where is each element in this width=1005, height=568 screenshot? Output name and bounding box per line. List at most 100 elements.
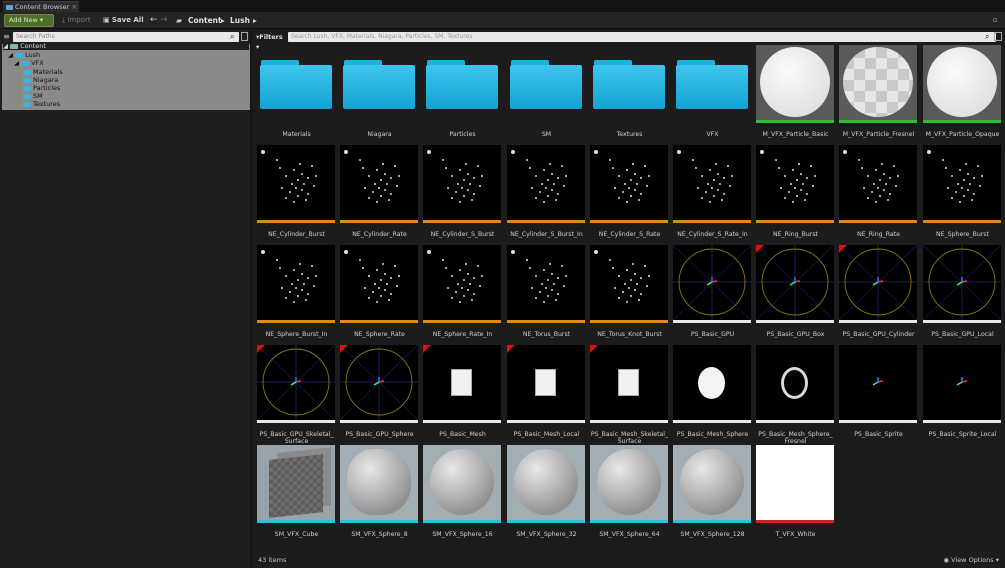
asset-tile-ne-cylinder-burst[interactable] xyxy=(257,145,335,223)
asset-tile-ne-torus-knot-burst[interactable] xyxy=(590,245,668,323)
back-arrow-icon[interactable]: ← xyxy=(150,14,158,27)
asset-tile-sm-vfx-sphere-16[interactable] xyxy=(423,445,501,523)
asset-tile-textures[interactable] xyxy=(590,45,668,123)
asset-tile-ne-ring-burst[interactable] xyxy=(756,145,834,223)
content-browser-icon xyxy=(6,5,13,10)
asset-tile-ps-basic-sprite[interactable] xyxy=(839,345,917,423)
asset-type-bar xyxy=(756,320,834,323)
asset-tile-sm-vfx-sphere-8[interactable] xyxy=(340,445,418,523)
chevron-right-icon[interactable]: ▸ xyxy=(221,14,225,27)
asset-tile-m-vfx-particle-basic[interactable] xyxy=(756,45,834,123)
asset-tile-ps-basic-gpu-local[interactable] xyxy=(922,244,1002,323)
asset-tile-ne-cylinder-s-rate-in[interactable] xyxy=(673,145,751,223)
filters-button[interactable]: ▾Filters ▾ xyxy=(256,32,288,51)
asset-label: M_VFX_Particle_Opaque xyxy=(925,131,1000,138)
asset-tile-ps-basic-gpu[interactable] xyxy=(672,244,752,323)
panel-toggle-icon[interactable] xyxy=(241,32,248,41)
tree-item-lush[interactable]: ◢ Lush xyxy=(8,51,40,59)
asset-label: PS_Basic_GPU_Skeletal_ Surface xyxy=(259,431,334,445)
asset-label: SM_VFX_Cube xyxy=(274,531,319,538)
asset-label: M_VFX_Particle_Fresnel xyxy=(842,131,915,138)
tree-item-content[interactable]: ◢ Content xyxy=(3,42,249,50)
asset-tile-ne-sphere-burst-in[interactable] xyxy=(257,245,335,323)
asset-type-bar xyxy=(756,120,834,123)
asset-tile-ps-basic-mesh-sphere[interactable] xyxy=(673,345,751,423)
tree-item-vfx[interactable]: ◢ VFX xyxy=(14,59,44,67)
asset-tile-ne-cylinder-s-burst[interactable] xyxy=(423,145,501,223)
chevron-right-icon[interactable]: ▸ xyxy=(253,14,257,27)
asset-tile-ne-sphere-rate-in[interactable] xyxy=(423,245,501,323)
asset-view: ▾Filters ▾ Search Lush, VFX, Materials, … xyxy=(253,30,1005,568)
save-all-button[interactable]: ▣ Save All xyxy=(103,14,144,27)
asset-tile-sm-vfx-sphere-64[interactable] xyxy=(590,445,668,523)
add-new-button[interactable]: Add New ▾ xyxy=(4,14,54,27)
asset-tile-ne-sphere-burst[interactable] xyxy=(923,145,1001,223)
asset-tile-ps-basic-gpu-box[interactable] xyxy=(755,244,835,323)
asset-tile-ps-basic-mesh-sphere-fresnel[interactable] xyxy=(756,345,834,423)
asset-type-bar xyxy=(423,420,501,423)
cube-preview xyxy=(269,454,323,518)
asset-tile-ps-basic-gpu-sphere[interactable] xyxy=(339,344,419,423)
breadcrumb-content[interactable]: Content xyxy=(188,14,222,27)
title-bar: Content Browser × xyxy=(0,0,1005,12)
asset-tile-m-vfx-particle-fresnel[interactable] xyxy=(839,45,917,123)
save-icon: ▣ xyxy=(103,16,110,24)
dirty-marker-icon xyxy=(423,345,431,353)
asset-tile-ne-torus-burst[interactable] xyxy=(507,245,585,323)
tab-content-browser[interactable]: Content Browser × xyxy=(3,1,80,12)
asset-label: NE_Sphere_Rate xyxy=(354,331,405,338)
asset-type-bar xyxy=(673,220,751,223)
lock-icon[interactable]: ▫ xyxy=(993,14,998,27)
search-paths-input[interactable]: Search Paths xyxy=(13,32,239,42)
dirty-marker-icon xyxy=(756,245,764,253)
mesh-square-preview xyxy=(618,369,639,396)
tree-item-particles[interactable]: Particles xyxy=(23,84,60,92)
folder-icon xyxy=(343,57,415,112)
folder-icon xyxy=(676,57,748,112)
view-options-button[interactable]: ◉ View Options ▾ xyxy=(943,556,999,564)
asset-tile-ne-cylinder-s-burst-in[interactable] xyxy=(507,145,585,223)
asset-tile-particles[interactable] xyxy=(423,45,501,123)
asset-tile-ne-cylinder-rate[interactable] xyxy=(340,145,418,223)
panel-toggle-icon[interactable] xyxy=(994,32,1002,41)
dirty-marker-icon xyxy=(507,345,515,353)
tree-item-materials[interactable]: Materials xyxy=(23,68,63,76)
asset-type-bar xyxy=(590,320,668,323)
import-button[interactable]: ⤓ Import xyxy=(62,14,91,27)
folder-icon[interactable]: ▰ xyxy=(176,14,182,27)
tree-item-sm[interactable]: SM xyxy=(23,92,43,100)
mesh-oval-preview xyxy=(698,367,725,399)
asset-tile-sm-vfx-sphere-32[interactable] xyxy=(507,445,585,523)
asset-label: NE_Cylinder_Burst xyxy=(268,231,325,238)
asset-tile-ps-basic-mesh-local[interactable] xyxy=(507,345,585,423)
asset-tile-ps-basic-gpu-skeletal-surface[interactable] xyxy=(256,344,336,423)
emitter-marker xyxy=(427,250,431,254)
asset-tile-sm-vfx-cube[interactable] xyxy=(257,445,335,523)
asset-tile-materials[interactable] xyxy=(257,45,335,123)
fresnel-ring-preview xyxy=(781,367,808,399)
save-all-label: Save All xyxy=(111,16,144,24)
asset-label: PS_Basic_Mesh_Sphere xyxy=(676,431,749,438)
asset-tile-ps-basic-mesh-skeletal-surface[interactable] xyxy=(590,345,668,423)
tree-item-niagara[interactable]: Niagara xyxy=(23,76,58,84)
forward-arrow-icon[interactable]: → xyxy=(160,14,168,27)
asset-type-bar xyxy=(423,520,501,523)
asset-tile-sm[interactable] xyxy=(507,45,585,123)
emitter-marker xyxy=(427,150,431,154)
asset-tile-sm-vfx-sphere-128[interactable] xyxy=(673,445,751,523)
asset-type-bar xyxy=(673,520,751,523)
asset-tile-vfx[interactable] xyxy=(673,45,751,123)
asset-tile-m-vfx-particle-opaque[interactable] xyxy=(923,45,1001,123)
asset-tile-t-vfx-white[interactable] xyxy=(756,445,834,523)
asset-tile-niagara[interactable] xyxy=(340,45,418,123)
asset-tile-ps-basic-mesh[interactable] xyxy=(423,345,501,423)
asset-tile-ne-cylinder-s-rate[interactable] xyxy=(590,145,668,223)
search-assets-input[interactable]: Search Lush, VFX, Materials, Niagara, Pa… xyxy=(288,32,996,42)
tree-item-textures[interactable]: Textures xyxy=(23,100,60,108)
asset-tile-ne-sphere-rate[interactable] xyxy=(340,245,418,323)
breadcrumb-lush[interactable]: Lush xyxy=(230,14,250,27)
asset-tile-ps-basic-gpu-cylinder[interactable] xyxy=(838,244,918,323)
asset-tile-ne-ring-rate[interactable] xyxy=(839,145,917,223)
asset-tile-ps-basic-sprite-local[interactable] xyxy=(923,345,1001,423)
filter-toggle-icon[interactable]: ≡ xyxy=(3,32,10,42)
